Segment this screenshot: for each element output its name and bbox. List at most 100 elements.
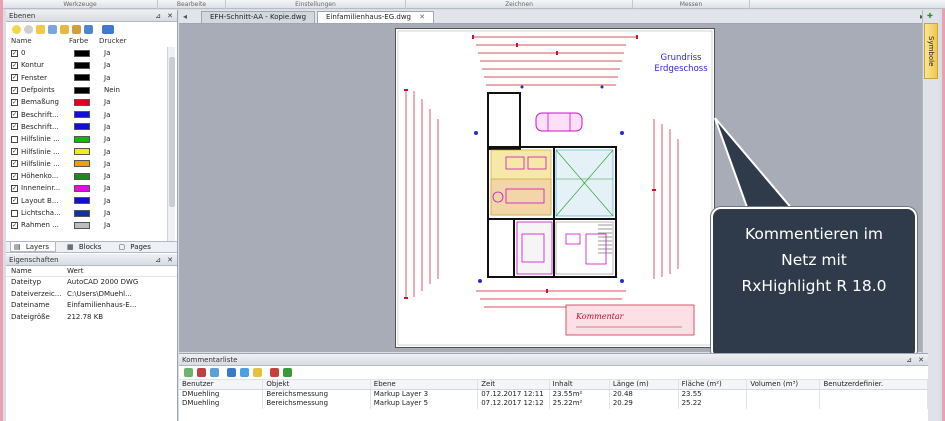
filter-icon[interactable] [210, 368, 219, 377]
layer-visibility-checkbox[interactable]: ✓ [11, 197, 18, 205]
layer-print-value[interactable]: Ja [104, 74, 110, 82]
comments-col-header[interactable]: Zeit [477, 380, 550, 390]
close-tab-icon[interactable]: ✕ [419, 13, 425, 21]
layers-col-color[interactable]: Farbe [69, 36, 99, 47]
comments-col-header[interactable]: Ebene [370, 380, 479, 390]
layer-print-value[interactable]: Ja [104, 172, 110, 180]
pin-icon[interactable]: ⊿ [155, 10, 161, 22]
ribbon-group-werkzeuge[interactable]: Werkzeuge [3, 0, 158, 9]
layers-scrollbar[interactable] [167, 47, 175, 241]
close-icon[interactable]: ✕ [167, 254, 173, 266]
export-icon[interactable] [227, 368, 236, 377]
plus-icon[interactable]: ✚ [927, 12, 933, 20]
property-row[interactable]: Dateiverzeic... C:\Users\DMuehl... [6, 289, 177, 301]
delete-icon[interactable] [197, 368, 206, 377]
layer-color-swatch[interactable] [74, 123, 90, 131]
layer-print-value[interactable]: Ja [104, 111, 110, 119]
layer-print-value[interactable]: Ja [104, 209, 110, 217]
layer-visibility-checkbox[interactable]: ✓ [11, 123, 18, 131]
pin-icon[interactable]: ⊿ [155, 254, 161, 266]
layer-visibility-checkbox[interactable]: ✓ [11, 98, 18, 106]
comments-col-header[interactable]: Volumen (m³) [746, 380, 821, 390]
layer-color-swatch[interactable] [74, 160, 90, 168]
layer-color-swatch[interactable] [74, 74, 90, 82]
layer-color-swatch[interactable] [74, 49, 90, 57]
pin-icon[interactable]: ⊿ [906, 354, 912, 366]
layer-color-swatch[interactable] [74, 86, 90, 94]
layer-row[interactable]: Hilfslinie ... Ja [6, 133, 177, 145]
layer-print-value[interactable]: Ja [104, 221, 110, 229]
tab-document-schnitt[interactable]: EFH-Schnitt-AA - Kopie.dwg [201, 11, 316, 23]
comments-col-header[interactable]: Benutzer [179, 380, 264, 390]
refresh-icon[interactable] [240, 368, 249, 377]
ribbon-group-einstellungen[interactable]: Einstellungen [226, 0, 406, 9]
drawing-sheet[interactable]: Kommentar Grundriss Erdgeschoss [395, 28, 715, 348]
layer-row[interactable]: Lichtscha... Ja [6, 207, 177, 219]
layer-print-value[interactable]: Ja [104, 184, 110, 192]
layer-row[interactable]: ✓ Kontur Ja [6, 59, 177, 71]
layer-row[interactable]: ✓ Layout B... Ja [6, 195, 177, 207]
comments-col-header[interactable]: Objekt [262, 380, 371, 390]
layers-col-print[interactable]: Drucker [99, 36, 127, 47]
play-icon[interactable] [184, 368, 193, 377]
lightbulb-off-icon[interactable] [24, 24, 33, 34]
layer-print-value[interactable]: Ja [104, 98, 110, 106]
layer-visibility-checkbox[interactable] [11, 135, 18, 143]
layer-color-swatch[interactable] [74, 61, 90, 69]
layer-visibility-checkbox[interactable]: ✓ [11, 61, 18, 69]
layer-row[interactable]: ✓ Inneneinr... Ja [6, 182, 177, 194]
properties-col-value[interactable]: Wert [67, 266, 173, 276]
layer-print-value[interactable]: Ja [104, 160, 110, 168]
tab-pages[interactable]: ▢ Pages [115, 242, 156, 252]
layer-color-swatch[interactable] [74, 135, 90, 143]
layer-color-swatch[interactable] [74, 172, 90, 180]
layer-row[interactable]: ✓ Defpoints Nein [6, 84, 177, 96]
layer-row[interactable]: ✓ Bemaßung Ja [6, 96, 177, 108]
layer-visibility-checkbox[interactable] [11, 209, 18, 217]
layer-visibility-checkbox[interactable]: ✓ [11, 148, 18, 156]
layer-print-value[interactable]: Ja [104, 148, 110, 156]
comments-col-header[interactable]: Benutzerdefinier. [819, 380, 928, 390]
layer-group-icon[interactable] [60, 24, 69, 34]
layers-col-name[interactable]: Name [11, 36, 69, 47]
layer-visibility-checkbox[interactable]: ✓ [11, 160, 18, 168]
layer-color-swatch[interactable] [74, 221, 90, 229]
layer-print-value[interactable]: Ja [104, 49, 110, 57]
close-icon[interactable]: ✕ [167, 10, 173, 22]
comments-col-header[interactable]: Länge (m) [609, 380, 679, 390]
layer-visibility-checkbox[interactable]: ✓ [11, 184, 18, 192]
comment-row[interactable]: DMuehling Bereichsmessung Markup Layer 3 07… [179, 389, 928, 399]
undo-icon[interactable] [84, 24, 93, 34]
layer-print-value[interactable]: Ja [104, 123, 110, 131]
chevron-left-icon[interactable]: ◂ [183, 12, 187, 21]
layer-row[interactable]: ✓ Fenster Ja [6, 72, 177, 84]
layer-row[interactable]: ✓ Höhenko... Ja [6, 170, 177, 182]
comments-col-header[interactable]: Inhalt [549, 380, 610, 390]
lightbulb-on-icon[interactable] [12, 24, 21, 34]
layer-merge-icon[interactable] [72, 24, 81, 34]
layer-color-swatch[interactable] [74, 111, 90, 119]
layer-print-value[interactable]: Nein [104, 86, 120, 94]
close-icon[interactable]: ✕ [918, 354, 924, 366]
property-row[interactable]: Dateiname Einfamilienhaus-E... [6, 300, 177, 312]
layer-visibility-checkbox[interactable]: ✓ [11, 221, 18, 229]
properties-col-name[interactable]: Name [11, 266, 67, 276]
layer-row[interactable]: ✓ Hilfslinie ... Ja [6, 158, 177, 170]
note-icon[interactable] [253, 368, 262, 377]
tab-document-grundriss[interactable]: Einfamilienhaus-EG.dwg ✕ [317, 11, 435, 23]
layer-color-swatch[interactable] [74, 197, 90, 205]
print-icon[interactable] [102, 24, 114, 34]
comment-row[interactable]: DMuehling Bereichsmessung Markup Layer 5 07… [179, 399, 928, 409]
layer-row[interactable]: ✓ Hilfslinie ... Ja [6, 145, 177, 157]
layer-print-value[interactable]: Ja [104, 61, 110, 69]
tab-layers[interactable]: ▤ Layers [10, 242, 57, 252]
layer-visibility-checkbox[interactable]: ✓ [11, 49, 18, 57]
comments-col-header[interactable]: Fläche (m²) [678, 380, 748, 390]
layer-row[interactable]: ✓ Beschrift... Ja [6, 108, 177, 120]
tab-symbole[interactable]: Symbole [924, 23, 938, 79]
user-icon[interactable] [283, 368, 292, 377]
layer-color-swatch[interactable] [74, 98, 90, 106]
layer-print-value[interactable]: Ja [104, 197, 110, 205]
layer-visibility-checkbox[interactable]: ✓ [11, 111, 18, 119]
layer-row[interactable]: ✓ Rahmen ... Ja [6, 219, 177, 231]
